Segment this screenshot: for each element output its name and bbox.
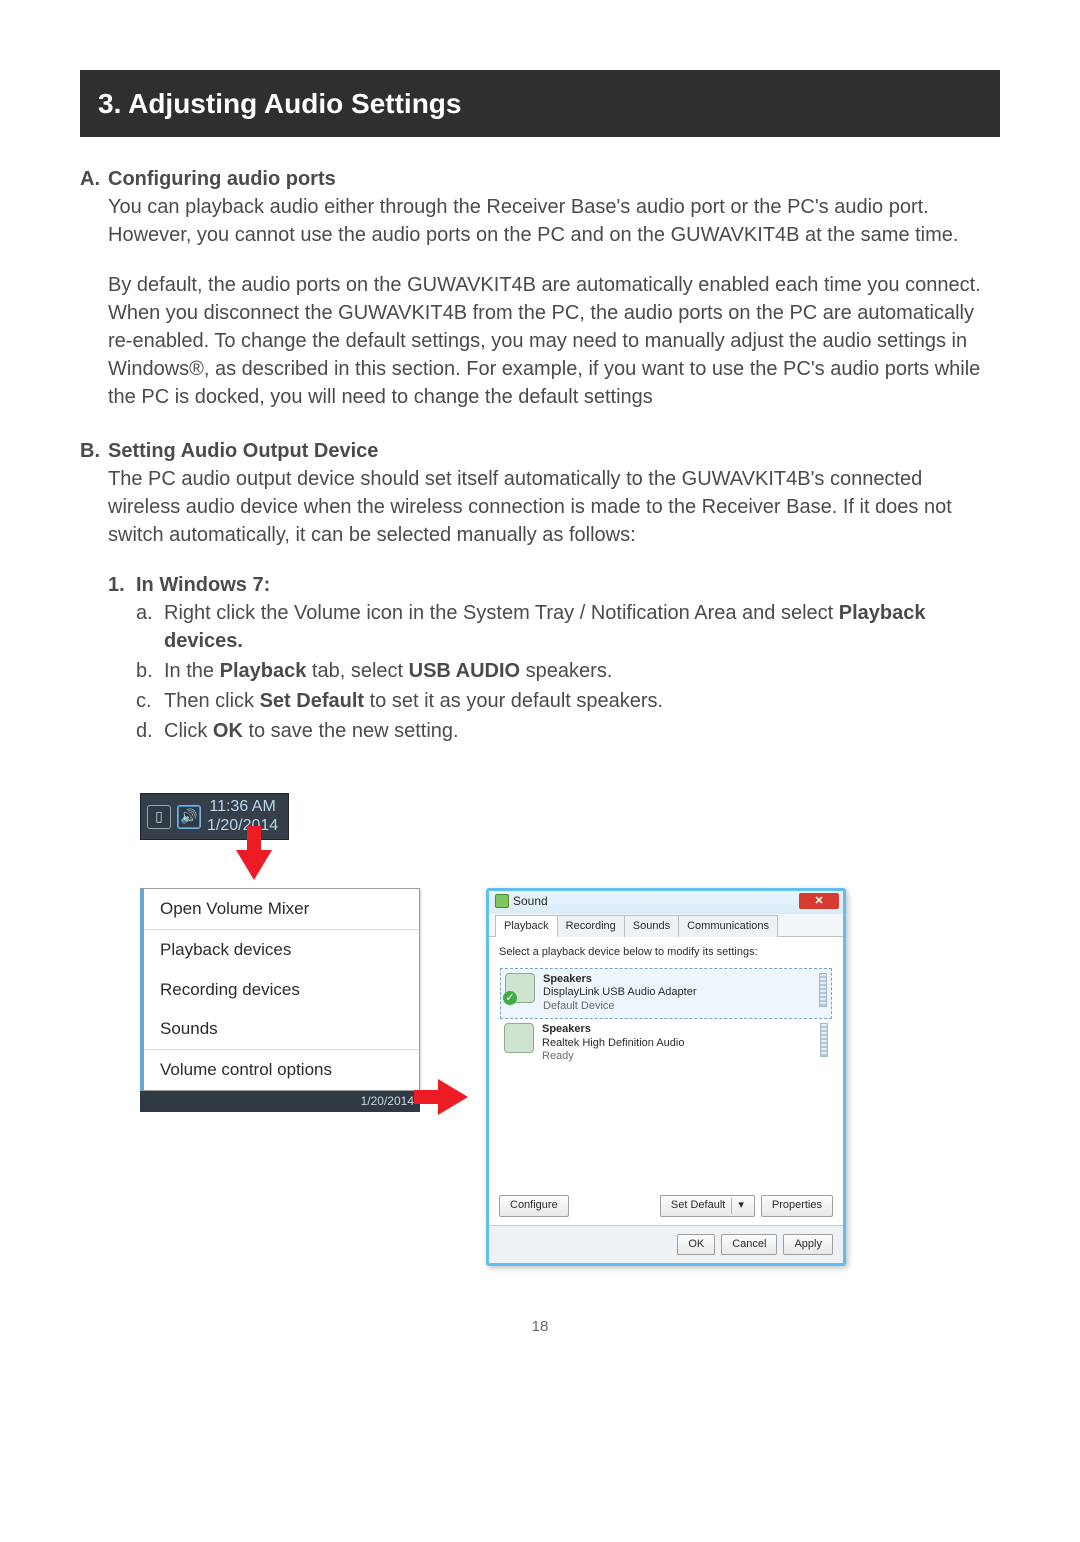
device-row-0[interactable]: Speakers DisplayLink USB Audio Adapter D… [500, 968, 832, 1019]
substep-c-text: Then click Set Default to set it as your… [164, 687, 1000, 715]
substep-d-post: to save the new setting. [243, 720, 459, 742]
ctx-recording-devices[interactable]: Recording devices [144, 970, 419, 1010]
tab-playback[interactable]: Playback [495, 915, 558, 937]
substep-c-pre: Then click [164, 690, 260, 712]
substep-b-bold2: USB AUDIO [409, 660, 520, 682]
subsection-a-title: Configuring audio ports [108, 165, 1000, 193]
device-0-name: Speakers [543, 973, 696, 987]
system-tray: ▯ 🔊 11:36 AM 1/20/2014 [140, 793, 289, 840]
substep-b-text: In the Playback tab, select USB AUDIO sp… [164, 657, 1000, 685]
arrow-down-icon [236, 850, 272, 880]
substep-d-label: d. [136, 717, 164, 745]
tray-time: 11:36 AM [207, 798, 278, 816]
taskbar-date: 1/20/2014 [361, 1093, 414, 1110]
sound-tabs: Playback Recording Sounds Communications [489, 914, 843, 937]
substep-b-pre: In the [164, 660, 220, 682]
substep-d-bold: OK [213, 720, 243, 742]
device-row-1[interactable]: Speakers Realtek High Definition Audio R… [500, 1019, 832, 1068]
ctx-volume-control-options[interactable]: Volume control options [144, 1050, 419, 1090]
subsection-b-title: Setting Audio Output Device [108, 437, 1000, 465]
ctx-playback-devices[interactable]: Playback devices [144, 930, 419, 970]
level-meter-icon [820, 1023, 828, 1057]
page-number: 18 [80, 1316, 1000, 1337]
substep-a-pre: Right click the Volume icon in the Syste… [164, 602, 839, 624]
substep-d-text: Click OK to save the new setting. [164, 717, 1000, 745]
close-icon: ✕ [814, 894, 823, 909]
substep-a-label: a. [136, 599, 164, 655]
speaker-icon [505, 973, 535, 1003]
subsection-b-label: B. [80, 437, 108, 749]
context-menu: Open Volume Mixer Playback devices Recor… [140, 888, 420, 1112]
battery-icon: ▯ [147, 805, 171, 829]
close-button[interactable]: ✕ [799, 893, 839, 909]
substep-c-post: to set it as your default speakers. [364, 690, 663, 712]
ctx-sounds[interactable]: Sounds [144, 1009, 419, 1049]
substep-c-bold: Set Default [260, 690, 364, 712]
sound-title: Sound [513, 893, 548, 910]
device-0-desc: DisplayLink USB Audio Adapter [543, 986, 696, 1000]
speaker-icon [504, 1023, 534, 1053]
tab-recording[interactable]: Recording [557, 915, 625, 937]
device-1-desc: Realtek High Definition Audio [542, 1037, 684, 1051]
sound-titlebar: Sound ✕ [489, 891, 843, 914]
tray-clock: 11:36 AM 1/20/2014 [207, 798, 278, 835]
tab-communications[interactable]: Communications [678, 915, 778, 937]
subsection-a-paragraph-1: You can playback audio either through th… [108, 193, 1000, 249]
chevron-down-icon: ▾ [731, 1198, 744, 1213]
tab-sounds[interactable]: Sounds [624, 915, 679, 937]
step-1-title: In Windows 7: [136, 571, 1000, 599]
subsection-b-paragraph-1: The PC audio output device should set it… [108, 465, 1000, 549]
substep-a-text: Right click the Volume icon in the Syste… [164, 599, 1000, 655]
device-0-status: Default Device [543, 1000, 696, 1014]
apply-button[interactable]: Apply [783, 1234, 833, 1255]
substep-b-post: speakers. [520, 660, 612, 682]
substep-b-label: b. [136, 657, 164, 685]
device-1-status: Ready [542, 1050, 684, 1064]
set-default-label: Set Default [671, 1198, 725, 1213]
taskbar-strip: 1/20/2014 [140, 1091, 420, 1112]
sound-dialog: Sound ✕ Playback Recording Sounds Commun… [486, 888, 846, 1266]
ctx-open-volume-mixer[interactable]: Open Volume Mixer [144, 889, 419, 929]
ok-button[interactable]: OK [677, 1234, 715, 1255]
substep-b-mid: tab, select [306, 660, 408, 682]
substep-d-pre: Click [164, 720, 213, 742]
section-header: 3. Adjusting Audio Settings [80, 70, 1000, 137]
sound-hint: Select a playback device below to modify… [499, 945, 833, 960]
cancel-button[interactable]: Cancel [721, 1234, 777, 1255]
subsection-a-paragraph-2: By default, the audio ports on the GUWAV… [108, 271, 1000, 411]
sound-window-icon [495, 894, 509, 908]
tray-date: 1/20/2014 [207, 817, 278, 835]
arrow-right-icon [438, 1079, 468, 1115]
subsection-a-label: A. [80, 165, 108, 411]
configure-button[interactable]: Configure [499, 1195, 569, 1216]
substep-c-label: c. [136, 687, 164, 715]
set-default-button[interactable]: Set Default ▾ [660, 1195, 755, 1216]
substep-b-bold1: Playback [220, 660, 307, 682]
device-1-name: Speakers [542, 1023, 684, 1037]
step-1-label: 1. [108, 571, 136, 747]
level-meter-icon [819, 973, 827, 1007]
properties-button[interactable]: Properties [761, 1195, 833, 1216]
volume-icon[interactable]: 🔊 [177, 805, 201, 829]
